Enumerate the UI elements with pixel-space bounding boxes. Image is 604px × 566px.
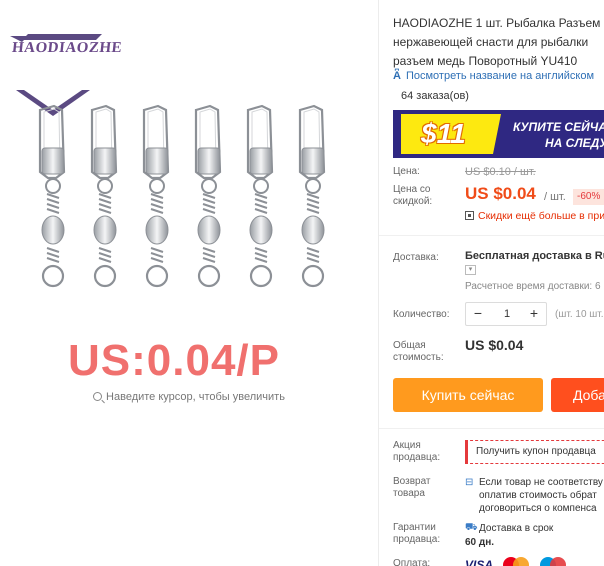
- swivel-item: [142, 104, 170, 288]
- swivel-item: [298, 104, 326, 288]
- product-title-line: нержавеющей снасти для рыбалки: [393, 35, 589, 49]
- quantity-label: Количество:: [393, 309, 450, 320]
- quantity-available: (шт. 10 шт. д: [555, 309, 604, 320]
- banner-text: КУПИТЕ СЕЙЧА НА СЛЕДУ: [513, 119, 604, 151]
- zoom-hint-text: Наведите курсор, чтобы увеличить: [106, 391, 285, 403]
- quantity-increase-button[interactable]: +: [522, 303, 546, 325]
- discount-price-label: Цена со скидкой:: [393, 184, 433, 207]
- price-label: Цена:: [393, 166, 420, 177]
- returns-text: Если товар не соответству оплатив стоимо…: [479, 476, 603, 515]
- product-image-area[interactable]: HAODIAOZHE US:0.04/P Наведите курсор, чт…: [0, 0, 378, 566]
- banner-text-line2: НА СЛЕДУ: [545, 136, 604, 150]
- discount-price: US $0.04: [465, 184, 536, 203]
- banner-text-line1: КУПИТЕ СЕЙЧА: [513, 120, 604, 134]
- banner-coupon: $11: [401, 114, 501, 154]
- swivel-item: [38, 104, 66, 288]
- returns-label: Возврат товара: [393, 476, 431, 499]
- returns-line: оплатив стоимость обрат: [479, 490, 597, 501]
- translate-icon: A͆: [393, 70, 401, 82]
- orders-count: 64 заказа(ов): [401, 90, 469, 102]
- translate-link-text[interactable]: Посмотреть название на английском: [406, 70, 594, 82]
- quantity-stepper: − 1 +: [465, 302, 547, 326]
- chevron-down-icon[interactable]: ▾: [465, 265, 476, 275]
- product-title-line: разъем медь Поворотный YU410: [393, 54, 578, 68]
- old-price: US $0.10 / шт.: [465, 166, 536, 178]
- seller-promo-label: Акция продавца:: [393, 440, 441, 463]
- divider: [379, 235, 604, 236]
- image-price-overlay: US:0.04/P: [68, 336, 280, 385]
- shipping-value[interactable]: Бесплатная доставка в Russ: [465, 250, 604, 262]
- product-info-panel: HAODIAOZHE 1 шт. Рыбалка Разъем нержавею…: [379, 0, 604, 566]
- banner-coupon-value: $11: [421, 118, 466, 149]
- brand-logo-text: HAODIAOZHE: [11, 40, 123, 56]
- maestro-logo: [539, 556, 566, 566]
- get-seller-coupon-button[interactable]: Получить купон продавца: [465, 440, 604, 464]
- returns-line: договориться о компенса: [479, 503, 597, 514]
- promo-banner[interactable]: $11 КУПИТЕ СЕЙЧА НА СЛЕДУ: [393, 110, 604, 158]
- total-value: US $0.04: [465, 337, 524, 353]
- swivel-item: [246, 104, 274, 288]
- per-unit: / шт.: [544, 191, 566, 203]
- quantity-input[interactable]: 1: [490, 303, 524, 325]
- divider: [379, 428, 604, 429]
- swivel-item: [90, 104, 118, 288]
- guarantee-line2: 60 дн.: [465, 537, 495, 548]
- guarantee-line1: Доставка в срок: [479, 523, 554, 534]
- visa-logo: VISA: [465, 557, 494, 566]
- product-title-line: HAODIAOZHE 1 шт. Рыбалка Разъем: [393, 16, 601, 30]
- translate-link[interactable]: A͆ Посмотреть название на английском: [393, 70, 594, 82]
- swivel-item: [194, 104, 222, 288]
- returns-line: Если товар не соответству: [479, 477, 603, 488]
- mastercard-logo: [503, 556, 530, 566]
- buy-now-button[interactable]: Купить сейчас: [393, 378, 543, 412]
- total-label: Общая стоимость:: [393, 340, 444, 363]
- return-policy-icon: ⊟: [465, 477, 474, 488]
- shipping-label: Доставка:: [393, 252, 439, 263]
- discount-badge: -60%: [573, 189, 604, 205]
- zoom-hint: Наведите курсор, чтобы увеличить: [0, 391, 378, 403]
- app-discount-link[interactable]: Скидки ещё больше в при: [465, 210, 604, 222]
- add-to-cart-button[interactable]: Доба: [551, 378, 604, 412]
- delivery-time: Расчетное время доставки: 6: [465, 281, 601, 292]
- guarantee-label: Гарантии продавца:: [393, 522, 441, 545]
- qr-code-icon: [465, 211, 474, 220]
- product-title: HAODIAOZHE 1 шт. Рыбалка Разъем нержавею…: [393, 14, 604, 71]
- payment-methods: VISA: [465, 556, 572, 566]
- payment-label: Оплата:: [393, 558, 431, 566]
- product-photo[interactable]: [28, 100, 348, 330]
- magnifier-icon: [93, 392, 103, 401]
- quantity-decrease-button[interactable]: −: [466, 303, 490, 325]
- app-discount-text[interactable]: Скидки ещё больше в при: [478, 210, 604, 222]
- truck-icon: ⛟: [465, 522, 478, 533]
